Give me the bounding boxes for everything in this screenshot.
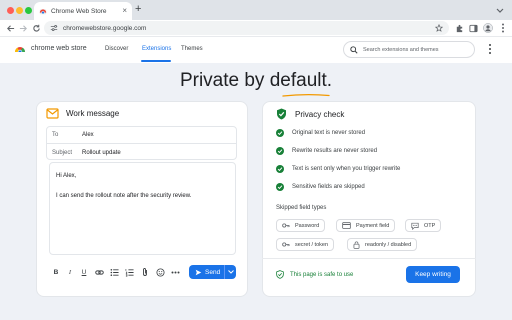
skipped-fields-title: Skipped field types xyxy=(276,205,327,211)
numbered-list-icon[interactable] xyxy=(123,266,135,278)
chip-label: Payment field xyxy=(356,222,390,229)
underline-button[interactable]: U xyxy=(78,266,90,278)
chrome-web-store-favicon xyxy=(39,9,47,15)
tab-title: Chrome Web Store xyxy=(51,7,107,15)
browser-menu-icon[interactable] xyxy=(497,22,509,34)
check-item: Original text is never stored xyxy=(276,129,365,137)
chat-icon xyxy=(411,222,419,230)
store-name[interactable]: chrome web store xyxy=(31,44,87,54)
maximize-window-button[interactable] xyxy=(25,7,32,14)
mail-icon xyxy=(46,108,59,119)
keep-writing-button[interactable]: Keep writing xyxy=(406,266,460,283)
side-panel-icon[interactable] xyxy=(467,22,479,34)
skipped-chip-otp: OTP xyxy=(405,219,442,232)
subject-label: Subject xyxy=(52,150,73,156)
chip-label: readonly / disabled xyxy=(365,241,412,248)
more-options-icon[interactable] xyxy=(169,266,181,278)
minimize-window-button[interactable] xyxy=(16,7,23,14)
nav-active-indicator xyxy=(141,60,171,62)
message-text: I can send the rollout note after the se… xyxy=(56,193,192,199)
chrome-web-store-logo[interactable] xyxy=(14,44,26,56)
field-divider xyxy=(46,143,237,144)
store-search-input[interactable]: Search extensions and themes xyxy=(343,41,475,58)
check-text: Rewrite results are never stored xyxy=(292,148,378,154)
nav-extensions[interactable]: Extensions xyxy=(142,44,171,54)
check-item: Text is sent only when you trigger rewri… xyxy=(276,165,400,173)
compose-title: Work message xyxy=(66,109,120,118)
attach-icon[interactable] xyxy=(139,266,151,278)
to-label: To xyxy=(52,132,59,138)
send-button-group: Send xyxy=(189,265,236,279)
close-window-button[interactable] xyxy=(7,7,14,14)
check-circle-icon xyxy=(276,129,284,137)
bulleted-list-icon[interactable] xyxy=(108,266,120,278)
subject-field[interactable]: Rollout update xyxy=(82,149,121,157)
skipped-chip-readonly: readonly / disabled xyxy=(347,238,418,251)
store-menu-icon[interactable] xyxy=(486,43,494,55)
key-icon xyxy=(282,242,290,247)
chevron-down-icon xyxy=(227,270,234,274)
card-icon xyxy=(342,222,351,229)
url-text: chromewebstore.google.com xyxy=(63,24,147,32)
send-button[interactable]: Send xyxy=(189,265,224,279)
hero-title-prefix: Private by xyxy=(179,70,270,91)
check-item: Rewrite results are never stored xyxy=(276,147,377,155)
message-greeting: Hi Alex, xyxy=(56,173,77,179)
address-bar[interactable]: chromewebstore.google.com xyxy=(44,21,449,35)
send-icon xyxy=(195,269,202,275)
profile-avatar[interactable] xyxy=(482,22,494,34)
forward-icon[interactable] xyxy=(17,21,29,35)
skipped-chip-password: Password xyxy=(276,219,326,232)
link-icon[interactable] xyxy=(93,266,105,278)
to-field[interactable]: Alex xyxy=(82,131,94,139)
check-circle-icon xyxy=(276,147,284,155)
shield-check-icon xyxy=(277,108,286,120)
tab-search-icon[interactable] xyxy=(494,5,506,15)
check-circle-icon xyxy=(276,183,284,191)
back-icon[interactable] xyxy=(4,21,16,35)
check-text: Sensitive fields are skipped xyxy=(292,184,365,190)
skipped-chip-payment: Payment field xyxy=(336,219,396,232)
privacy-title: Privacy check xyxy=(295,110,345,119)
emoji-icon[interactable] xyxy=(154,266,166,278)
extensions-icon[interactable] xyxy=(453,22,465,34)
hero-title-emphasis: default xyxy=(269,70,327,91)
shield-check-outline-icon xyxy=(276,270,284,279)
chip-label: OTP xyxy=(424,222,436,229)
browser-tab[interactable]: Chrome Web Store × xyxy=(34,2,132,20)
chip-label: Password xyxy=(295,222,320,229)
reload-icon[interactable] xyxy=(30,21,42,35)
bookmark-star-icon[interactable] xyxy=(435,24,443,32)
skipped-chip-secret: secret / token xyxy=(276,238,335,251)
hero-title: Private by default. xyxy=(0,69,512,93)
send-options-button[interactable] xyxy=(225,265,236,279)
chip-label: secret / token xyxy=(295,241,329,248)
check-text: Text is sent only when you trigger rewri… xyxy=(292,166,401,172)
safe-status: This page is safe to use xyxy=(276,270,353,279)
tab-close-icon[interactable]: × xyxy=(122,7,127,15)
site-info-icon[interactable] xyxy=(50,24,58,32)
new-tab-button[interactable]: + xyxy=(135,4,141,15)
hero-title-suffix: . xyxy=(326,70,333,91)
lock-icon xyxy=(353,241,360,249)
search-icon xyxy=(350,45,358,54)
hero-underline-swoosh xyxy=(282,93,330,97)
key-icon xyxy=(282,223,290,228)
italic-button[interactable]: I xyxy=(64,266,76,278)
nav-discover[interactable]: Discover xyxy=(105,44,128,54)
check-text: Original text is never stored xyxy=(292,130,366,136)
check-circle-icon xyxy=(276,165,284,173)
safe-text: This page is safe to use xyxy=(290,271,354,278)
message-body-field[interactable] xyxy=(49,162,236,255)
nav-themes[interactable]: Themes xyxy=(181,44,203,54)
check-item: Sensitive fields are skipped xyxy=(276,183,365,191)
search-placeholder: Search extensions and themes xyxy=(363,46,439,53)
bold-button[interactable]: B xyxy=(50,266,62,278)
send-label: Send xyxy=(205,268,221,276)
privacy-divider xyxy=(262,258,476,259)
